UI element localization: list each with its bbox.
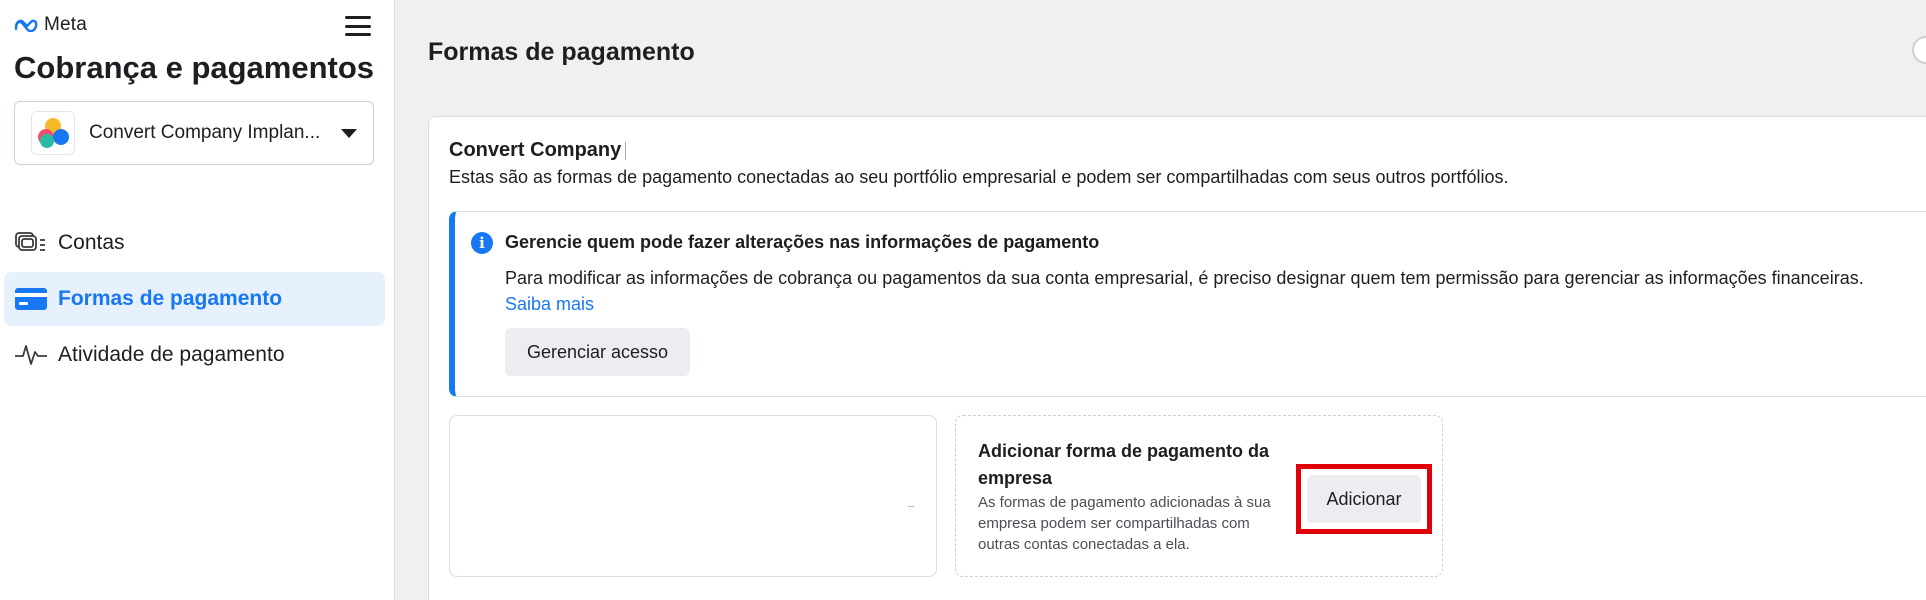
app-root: Meta Cobrança e pagamentos Convert Compa…: [0, 0, 1926, 600]
meta-logo-icon: [14, 19, 38, 32]
info-icon: i: [471, 232, 493, 254]
hamburger-menu-icon[interactable]: [344, 14, 372, 38]
sidebar-item-formas-de-pagamento[interactable]: Formas de pagamento: [4, 272, 385, 326]
learn-more-link[interactable]: Saiba mais: [505, 294, 594, 315]
payment-methods-card: Convert Company Estas são as formas de p…: [428, 116, 1926, 600]
add-button-highlight: Adicionar: [1296, 464, 1432, 534]
add-payment-method-description: As formas de pagamento adicionadas à sua…: [978, 494, 1271, 553]
help-icon[interactable]: [1912, 36, 1926, 64]
account-name: Convert Company Implan...: [89, 122, 321, 143]
info-banner-title: Gerencie quem pode fazer alterações nas …: [505, 232, 1100, 252]
sidebar-title: Cobrança e pagamentos: [14, 50, 375, 85]
sidebar-item-label: Atividade de pagamento: [58, 343, 285, 366]
sidebar-item-label: Contas: [58, 231, 125, 254]
info-banner: i Gerencie quem pode fazer alterações na…: [449, 211, 1926, 397]
manage-access-button[interactable]: Gerenciar acesso: [505, 328, 691, 376]
sidebar-item-contas[interactable]: Contas: [4, 216, 385, 270]
account-selector[interactable]: Convert Company Implan...: [14, 101, 374, 165]
add-payment-method-title: Adicionar forma de pagamento da empresa: [978, 441, 1270, 488]
activity-pulse-icon: [14, 341, 48, 369]
add-payment-method-button[interactable]: Adicionar: [1307, 475, 1421, 523]
account-avatar-icon: [31, 111, 75, 155]
add-payment-method-card: Adicionar forma de pagamento da empresa …: [955, 415, 1443, 577]
company-name: Convert Company: [449, 139, 627, 162]
meta-logo: Meta: [14, 14, 87, 36]
sidebar-item-atividade-de-pagamento[interactable]: Atividade de pagamento: [4, 328, 385, 382]
info-banner-text: Para modificar as informações de cobranç…: [505, 268, 1864, 288]
chevron-down-icon: [341, 128, 357, 138]
credit-card-icon: [14, 285, 48, 313]
sidebar-item-label: Formas de pagamento: [58, 287, 283, 310]
company-description: Estas são as formas de pagamento conecta…: [449, 167, 1509, 187]
page-title: Formas de pagamento: [428, 38, 695, 66]
sidebar-nav: Contas Formas de pagamento Atividade de …: [4, 216, 385, 384]
main-content: Formas de pagamento Convert Company Esta…: [396, 0, 1926, 600]
payment-method-placeholder-card: [449, 415, 937, 577]
logo-text: Meta: [44, 14, 88, 35]
accounts-icon: [14, 229, 48, 257]
sidebar: Meta Cobrança e pagamentos Convert Compa…: [0, 0, 395, 600]
